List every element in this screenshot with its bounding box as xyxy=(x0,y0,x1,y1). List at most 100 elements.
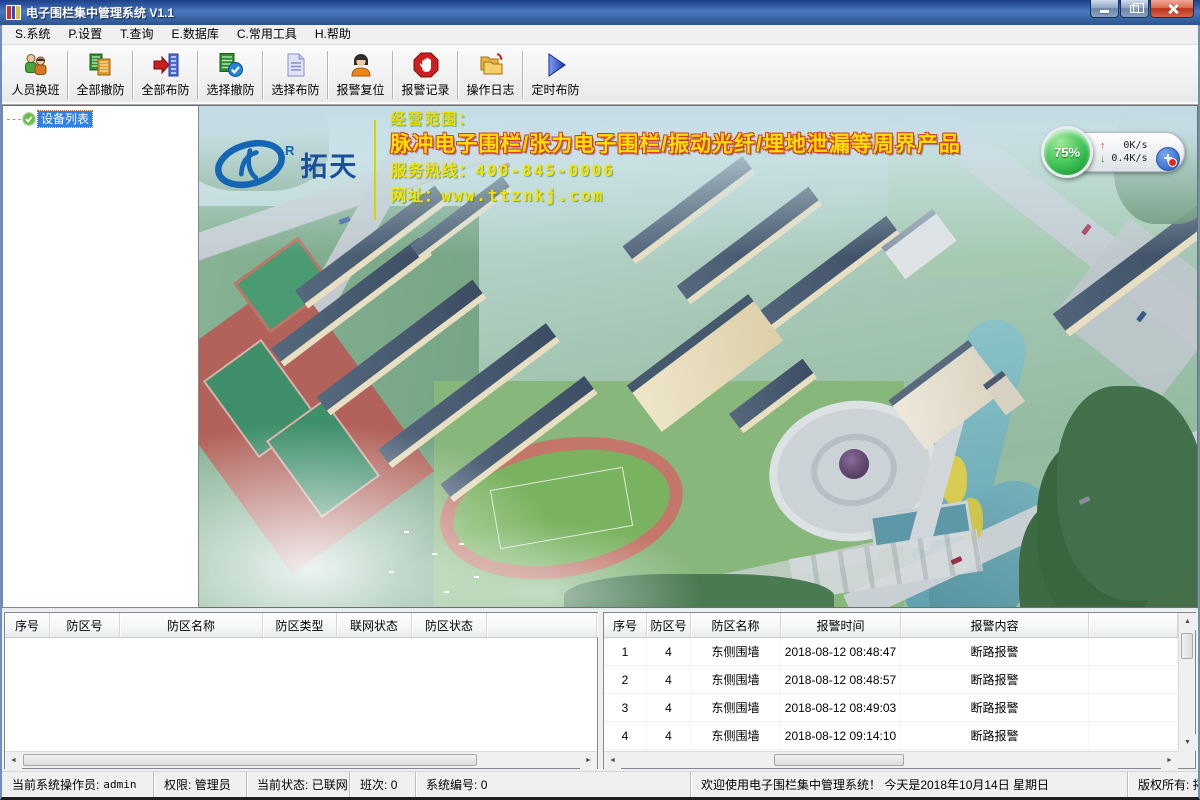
title-bar[interactable]: 电子围栏集中管理系统 V1.1 xyxy=(0,0,1200,25)
row-filler xyxy=(1089,666,1178,693)
status-operator: 当前系统操作员:admin xyxy=(2,772,154,797)
website-url: www.ttznkj.com xyxy=(441,186,604,205)
brand-banner: R 拓天 经营范围： 脉冲电子围栏/张力电子围栏/振动光纤/埋地泄漏等周界产品 … xyxy=(211,112,961,220)
row-alarm-content: 断路报警 xyxy=(901,722,1089,749)
close-button[interactable] xyxy=(1150,0,1194,18)
arm-select-button[interactable]: 选择布防 xyxy=(266,48,325,102)
menu-item-2[interactable]: T.查询 xyxy=(111,25,162,44)
column-header[interactable]: 防区名称 xyxy=(691,613,781,637)
alarm-vscrollbar[interactable]: ▲ ▼ xyxy=(1178,613,1195,768)
menu-item-1[interactable]: P.设置 xyxy=(59,25,111,44)
arm-all-icon xyxy=(152,51,180,79)
alarm-table-row[interactable]: 1 4 东侧围墙 2018-08-12 08:48:47 断路报警 xyxy=(604,638,1178,666)
column-header[interactable]: 联网状态 xyxy=(337,613,412,637)
scroll-up-icon[interactable]: ▲ xyxy=(1179,613,1196,630)
toolbar-button-label: 定时布防 xyxy=(531,81,579,98)
alarm-table-row[interactable]: 3 4 东侧围墙 2018-08-12 08:49:03 断路报警 xyxy=(604,694,1178,722)
toolbar-separator xyxy=(67,51,69,99)
menu-item-0[interactable]: S.系统 xyxy=(6,25,59,44)
alarm-reset-button[interactable]: 报警复位 xyxy=(331,48,390,102)
alarm-table-row[interactable]: 2 4 东侧围墙 2018-08-12 08:48:57 断路报警 xyxy=(604,666,1178,694)
zone-hscrollbar[interactable]: ◄ ► xyxy=(5,751,597,768)
alarm-record-button[interactable]: 报警记录 xyxy=(396,48,455,102)
upload-arrow-icon: ↑ xyxy=(1100,140,1106,152)
column-header[interactable]: 序号 xyxy=(5,613,50,637)
memory-percent-ball[interactable]: 75% xyxy=(1041,126,1093,178)
column-header[interactable]: 防区号 xyxy=(50,613,120,637)
row-seq: 2 xyxy=(604,666,647,693)
scroll-right-icon[interactable]: ► xyxy=(580,752,597,769)
scroll-right-icon[interactable]: ► xyxy=(1161,752,1178,769)
arm-all-button[interactable]: 全部布防 xyxy=(136,48,195,102)
alarm-record-icon xyxy=(412,51,440,79)
toolbar-button-label: 全部撤防 xyxy=(76,81,124,98)
column-header[interactable]: 防区类型 xyxy=(263,613,337,637)
row-alarm-content: 断路报警 xyxy=(901,666,1089,693)
disarm-all-button[interactable]: 全部撤防 xyxy=(71,48,130,102)
arm-select-icon xyxy=(282,51,310,79)
scroll-left-icon[interactable]: ◄ xyxy=(5,752,22,769)
window-frame: S.系统P.设置T.查询E.数据库C.常用工具H.帮助 人员换班 xyxy=(0,25,1200,800)
row-alarm-time: 2018-08-12 08:48:47 xyxy=(781,638,901,665)
toolbar-separator xyxy=(262,51,264,99)
tree-item-device-list[interactable]: 设备列表 xyxy=(7,111,198,127)
speed-widget[interactable]: ↑0K/s ↓0.4K/s + 75% xyxy=(1041,126,1187,178)
timed-arm-button[interactable]: 定时布防 xyxy=(526,48,585,102)
logo-block: R 拓天 xyxy=(211,134,358,194)
row-zone-name: 东侧围墙 xyxy=(691,722,781,749)
toolbar: 人员换班 全部撤防 全部布防 xyxy=(2,45,1198,105)
minimize-button[interactable] xyxy=(1090,0,1119,18)
row-zone-name: 东侧围墙 xyxy=(691,666,781,693)
registered-mark: R xyxy=(285,143,294,158)
menu-item-3[interactable]: E.数据库 xyxy=(162,25,227,44)
menu-item-4[interactable]: C.常用工具 xyxy=(228,25,306,44)
row-filler xyxy=(1089,722,1178,749)
scroll-left-icon[interactable]: ◄ xyxy=(604,752,621,769)
row-alarm-time: 2018-08-12 08:49:03 xyxy=(781,694,901,721)
row-zone-no: 4 xyxy=(647,666,691,693)
column-header[interactable]: 防区状态 xyxy=(412,613,487,637)
row-alarm-time: 2018-08-12 09:14:10 xyxy=(781,722,901,749)
restore-button[interactable] xyxy=(1120,0,1149,18)
campus-aerial-image: R 拓天 经营范围： 脉冲电子围栏/张力电子围栏/振动光纤/埋地泄漏等周界产品 … xyxy=(199,105,1198,608)
column-header[interactable]: 序号 xyxy=(604,613,647,637)
alarm-table-row[interactable]: 4 4 东侧围墙 2018-08-12 09:14:10 断路报警 xyxy=(604,722,1178,750)
banner-text: 经营范围： 脉冲电子围栏/张力电子围栏/振动光纤/埋地泄漏等周界产品 服务热线：… xyxy=(390,112,961,205)
scrollbar-corner xyxy=(1178,751,1195,768)
restore-icon xyxy=(1130,5,1139,13)
content-area: 设备列表 R xyxy=(2,105,1198,608)
scroll-thumb[interactable] xyxy=(774,754,904,766)
row-zone-no: 4 xyxy=(647,638,691,665)
toolbar-button-label: 选择撤防 xyxy=(206,81,254,98)
row-zone-name: 东侧围墙 xyxy=(691,694,781,721)
toolbar-button-label: 选择布防 xyxy=(271,81,319,98)
tree-item-label: 设备列表 xyxy=(38,111,92,127)
menu-item-5[interactable]: H.帮助 xyxy=(306,25,360,44)
alarm-hscrollbar[interactable]: ◄ ► xyxy=(604,751,1178,768)
scroll-down-icon[interactable]: ▼ xyxy=(1179,734,1196,751)
toolbar-separator xyxy=(197,51,199,99)
alarm-table: 序号 防区号 防区名称 报警时间 报警内容 1 4 东侧围墙 2018-08-1… xyxy=(603,612,1196,769)
percent-value: 75% xyxy=(1054,145,1080,160)
accelerate-button[interactable]: + xyxy=(1156,147,1180,171)
shift-change-button[interactable]: 人员换班 xyxy=(6,48,65,102)
timed-arm-icon xyxy=(542,51,570,79)
column-header[interactable]: 报警时间 xyxy=(781,613,901,637)
disarm-select-button[interactable]: 选择撤防 xyxy=(201,48,260,102)
scroll-thumb[interactable] xyxy=(23,754,477,766)
column-header[interactable]: 报警内容 xyxy=(901,613,1089,637)
scroll-thumb[interactable] xyxy=(1181,633,1193,659)
column-header[interactable]: 防区名称 xyxy=(120,613,263,637)
toolbar-separator xyxy=(132,51,134,99)
operator-value: admin xyxy=(103,778,136,791)
toolbar-button-label: 全部布防 xyxy=(141,81,189,98)
shift-value: 0 xyxy=(391,778,398,792)
column-header[interactable]: 防区号 xyxy=(647,613,691,637)
row-filler xyxy=(1089,694,1178,721)
hotline-number: 400-845-0006 xyxy=(475,161,615,180)
status-permission: 权限: 管理员 xyxy=(154,772,247,797)
operation-log-button[interactable]: 操作日志 xyxy=(461,48,520,102)
app-icon xyxy=(6,5,21,20)
row-zone-name: 东侧围墙 xyxy=(691,638,781,665)
alarm-table-header: 序号 防区号 防区名称 报警时间 报警内容 xyxy=(604,613,1178,638)
